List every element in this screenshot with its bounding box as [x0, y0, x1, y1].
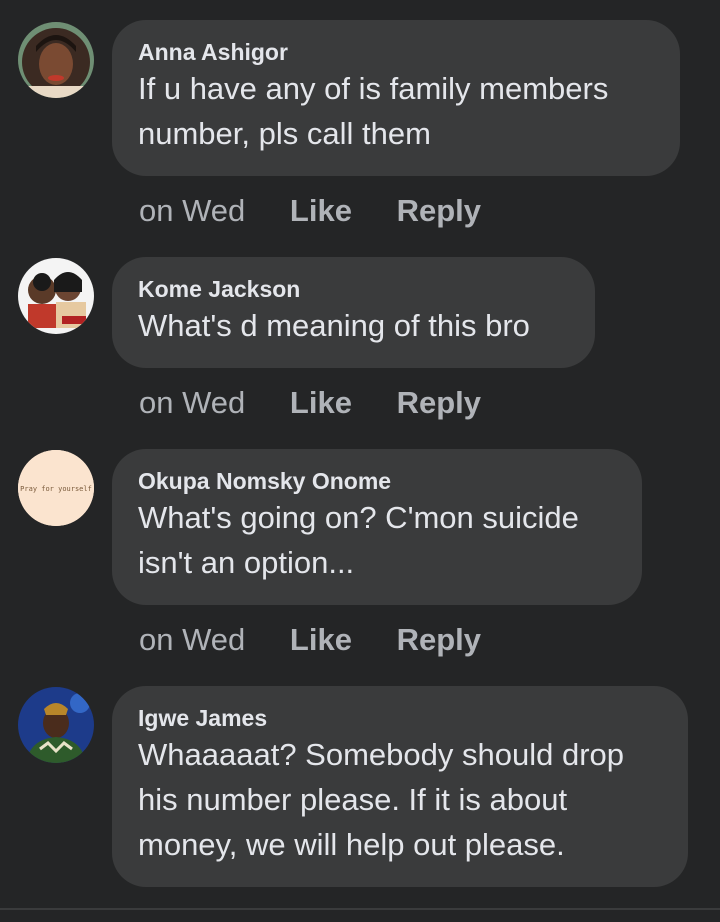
comment-bubble: Anna Ashigor If u have any of is family … — [112, 20, 680, 176]
avatar[interactable] — [18, 687, 94, 763]
comment-author[interactable]: Anna Ashigor — [138, 38, 654, 66]
comment-actions: on Wed Like Reply — [139, 191, 481, 231]
comment-actions: on Wed Like Reply — [139, 620, 481, 660]
comment-text: What's going on? C'mon suicide isn't an … — [138, 500, 579, 580]
comment-author[interactable]: Igwe James — [138, 704, 662, 732]
comments-feed: Anna Ashigor If u have any of is family … — [0, 0, 720, 922]
comment-timestamp[interactable]: on Wed — [139, 191, 245, 231]
comment-text: If u have any of is family members numbe… — [138, 71, 609, 151]
comment-bubble: Igwe James Whaaaaat? Somebody should dro… — [112, 686, 688, 887]
avatar[interactable]: Pray for yourself — [18, 450, 94, 526]
divider — [0, 908, 720, 922]
comment-text: What's d meaning of this bro — [138, 308, 530, 343]
reply-button[interactable]: Reply — [397, 191, 481, 231]
comment-bubble: Okupa Nomsky Onome What's going on? C'mo… — [112, 449, 642, 605]
reply-button[interactable]: Reply — [397, 620, 481, 660]
comment-timestamp[interactable]: on Wed — [139, 620, 245, 660]
like-button[interactable]: Like — [290, 191, 352, 231]
avatar[interactable] — [18, 22, 94, 98]
like-button[interactable]: Like — [290, 620, 352, 660]
like-button[interactable]: Like — [290, 383, 352, 423]
reply-button[interactable]: Reply — [397, 383, 481, 423]
comment-bubble: Kome Jackson What's d meaning of this br… — [112, 257, 595, 368]
comment-timestamp[interactable]: on Wed — [139, 383, 245, 423]
comment-author[interactable]: Okupa Nomsky Onome — [138, 467, 616, 495]
avatar-caption: Pray for yourself — [20, 485, 92, 493]
comment-author[interactable]: Kome Jackson — [138, 275, 569, 303]
comment-actions: on Wed Like Reply — [139, 383, 481, 423]
comment-text: Whaaaaat? Somebody should drop his numbe… — [138, 737, 624, 862]
avatar[interactable] — [18, 258, 94, 334]
